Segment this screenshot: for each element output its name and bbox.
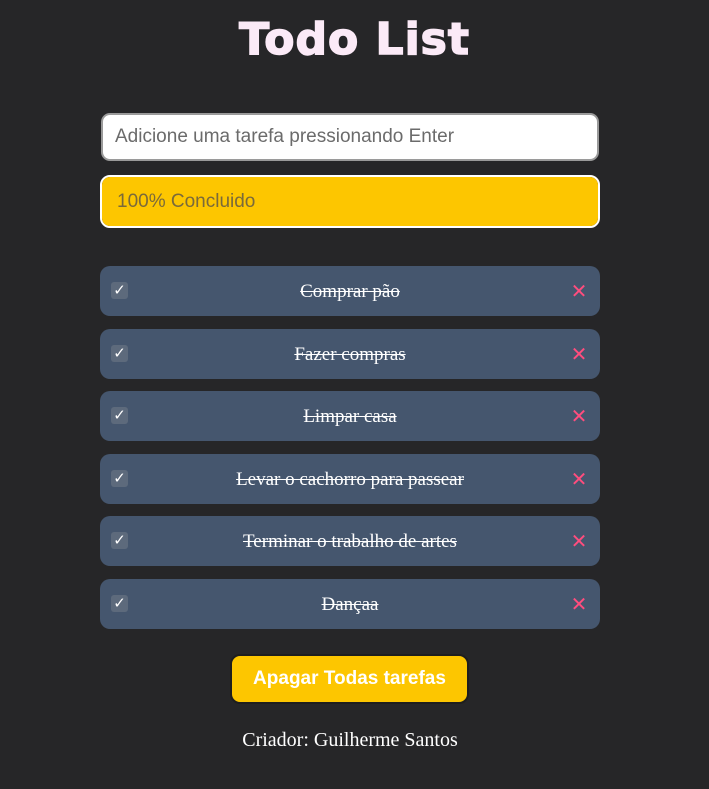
task-item: ✓ Limpar casa ✕ xyxy=(100,391,600,442)
new-task-input[interactable] xyxy=(101,113,599,161)
delete-task-button[interactable]: ✕ xyxy=(569,591,589,617)
task-checkbox[interactable]: ✓ xyxy=(111,282,128,299)
task-item: ✓ Dançaa ✕ xyxy=(100,578,600,629)
close-icon: ✕ xyxy=(570,279,588,303)
task-item: ✓ Fazer compras ✕ xyxy=(100,328,600,379)
clear-all-tasks-button[interactable]: Apagar Todas tarefas xyxy=(230,654,469,704)
app-title: Todo List xyxy=(238,13,470,66)
progress-label: 100% Concluido xyxy=(117,191,256,212)
creator-credit: Criador: Guilherme Santos xyxy=(242,729,458,751)
task-item: ✓ Levar o cachorro para passear ✕ xyxy=(100,453,600,504)
delete-task-button[interactable]: ✕ xyxy=(569,403,589,429)
task-label: Fazer compras xyxy=(294,343,406,365)
close-icon: ✕ xyxy=(570,466,588,491)
delete-task-button[interactable]: ✕ xyxy=(569,278,589,304)
close-icon: ✕ xyxy=(570,341,588,366)
task-list: ✓ Comprar pão ✕ ✓ Fazer compras ✕ ✓ Limp… xyxy=(100,266,600,642)
task-label: Levar o cachorro para passear xyxy=(236,468,464,490)
task-checkbox[interactable]: ✓ xyxy=(111,344,128,362)
task-label: Dançaa xyxy=(321,593,379,615)
task-checkbox[interactable]: ✓ xyxy=(111,594,128,612)
task-label: Comprar pão xyxy=(300,281,400,302)
close-icon: ✕ xyxy=(570,591,588,616)
progress-bar: 100% Concluido xyxy=(100,175,600,228)
close-icon: ✕ xyxy=(570,404,588,429)
task-label: Limpar casa xyxy=(303,406,397,428)
task-checkbox[interactable]: ✓ xyxy=(111,469,128,487)
close-icon: ✕ xyxy=(570,529,588,554)
task-item: ✓ Terminar o trabalho de artes ✕ xyxy=(100,516,600,567)
delete-task-button[interactable]: ✕ xyxy=(569,466,589,492)
delete-task-button[interactable]: ✕ xyxy=(569,528,589,554)
task-checkbox[interactable]: ✓ xyxy=(111,532,128,550)
task-item: ✓ Comprar pão ✕ xyxy=(100,266,600,316)
delete-task-button[interactable]: ✕ xyxy=(569,341,589,367)
task-label: Terminar o trabalho de artes xyxy=(243,531,457,553)
task-checkbox[interactable]: ✓ xyxy=(111,407,128,425)
